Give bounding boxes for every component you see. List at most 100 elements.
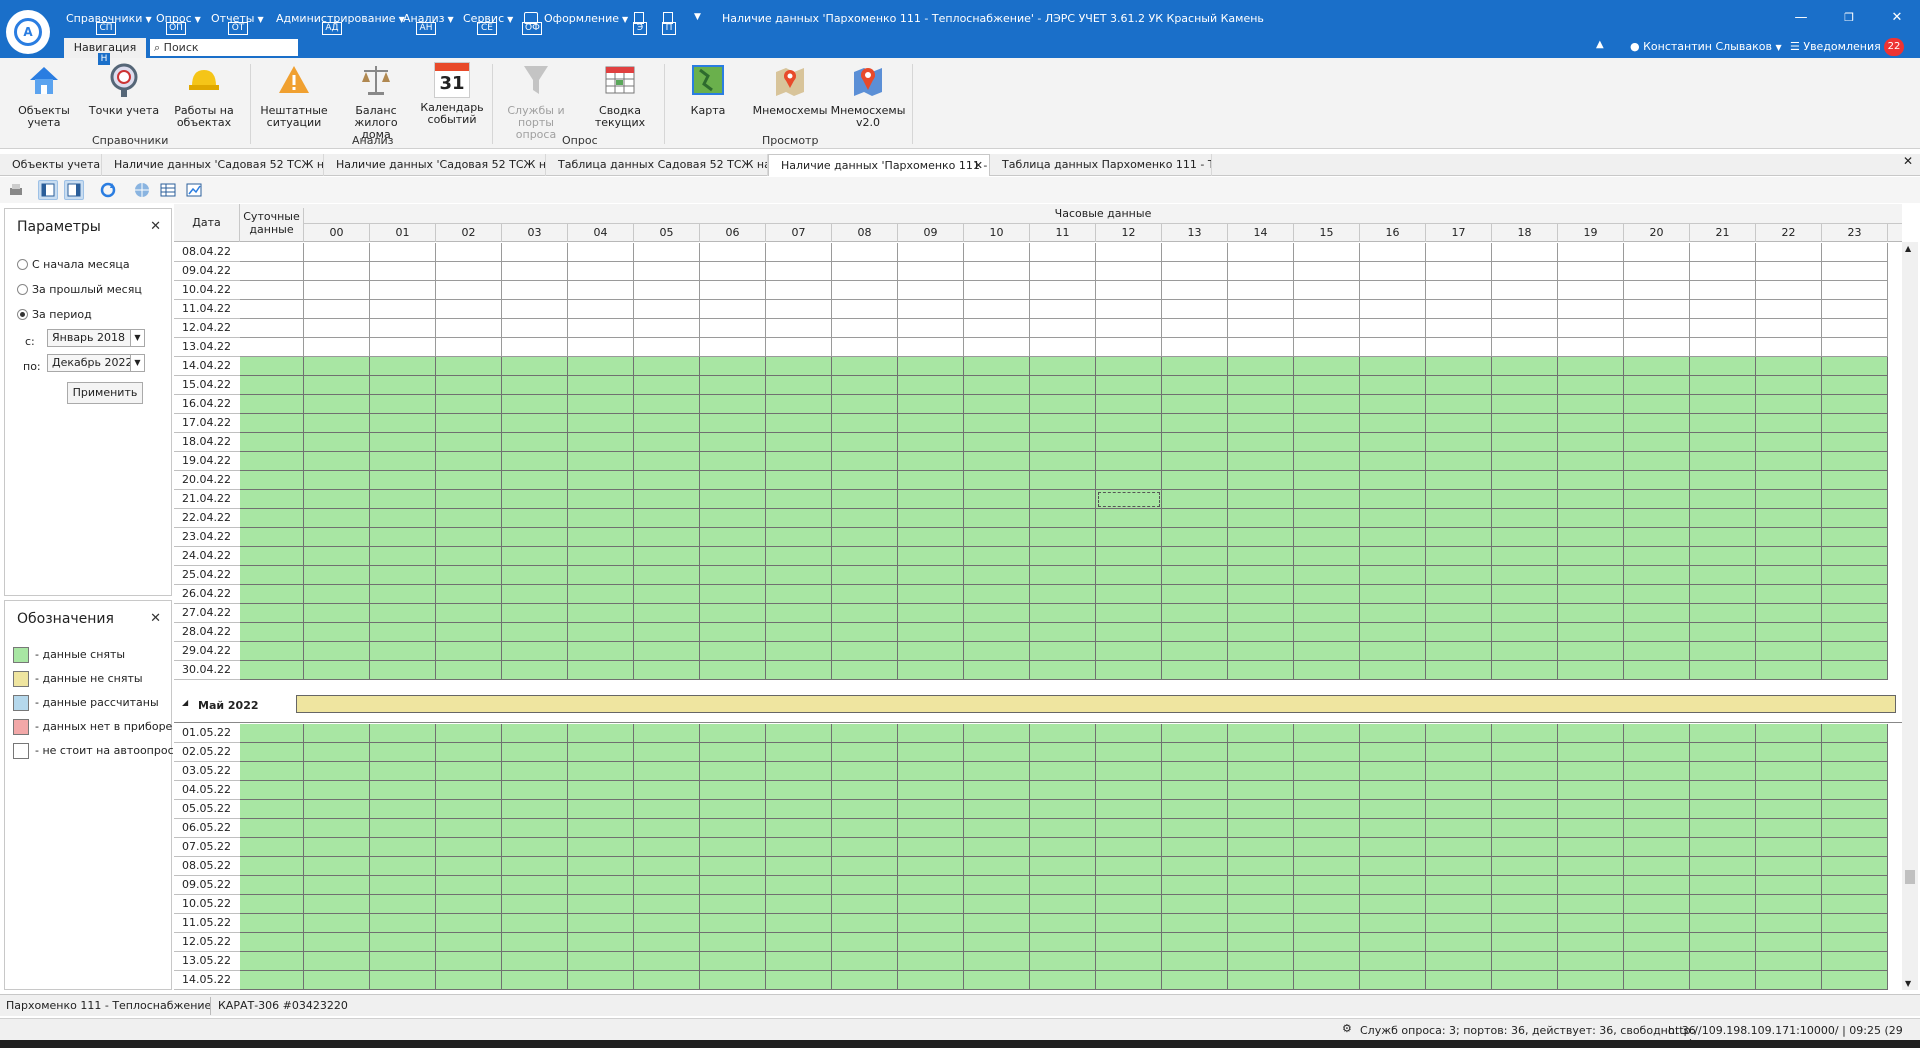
ribbon-button-objects[interactable]: Объекты учета xyxy=(6,62,82,129)
hour-cell[interactable] xyxy=(1228,319,1294,338)
hour-cell[interactable] xyxy=(1228,281,1294,300)
hour-cell[interactable] xyxy=(1624,623,1690,642)
hour-cell[interactable] xyxy=(634,547,700,566)
hour-cell[interactable] xyxy=(1426,319,1492,338)
hour-cell[interactable] xyxy=(1690,338,1756,357)
date-cell[interactable]: 12.05.22 xyxy=(174,933,242,952)
daily-cell[interactable] xyxy=(240,762,304,781)
ribbon-button-mnemo-v2[interactable]: Мнемосхемы v2.0 xyxy=(830,62,906,129)
hour-cell[interactable] xyxy=(1360,300,1426,319)
hour-cell[interactable] xyxy=(766,838,832,857)
hour-cell[interactable] xyxy=(1690,724,1756,743)
hour-cell[interactable] xyxy=(1558,604,1624,623)
hour-cell[interactable] xyxy=(1096,642,1162,661)
hour-cell[interactable] xyxy=(1558,376,1624,395)
hour-cell[interactable] xyxy=(436,490,502,509)
hour-cell[interactable] xyxy=(1558,281,1624,300)
hour-cell[interactable] xyxy=(304,762,370,781)
hour-cell[interactable] xyxy=(1096,509,1162,528)
hour-cell[interactable] xyxy=(1030,781,1096,800)
hour-cell[interactable] xyxy=(700,338,766,357)
hour-cell[interactable] xyxy=(502,952,568,971)
hour-cell[interactable] xyxy=(1360,762,1426,781)
hour-cell[interactable] xyxy=(1030,528,1096,547)
hour-cell[interactable] xyxy=(1822,914,1888,933)
hour-cell[interactable] xyxy=(1360,895,1426,914)
hour-cell[interactable] xyxy=(1294,604,1360,623)
hour-cell[interactable] xyxy=(1690,895,1756,914)
hour-cell[interactable] xyxy=(502,528,568,547)
hour-cell[interactable] xyxy=(1294,661,1360,680)
hour-header[interactable]: 23 xyxy=(1822,224,1888,242)
hour-cell[interactable] xyxy=(1294,357,1360,376)
hour-cell[interactable] xyxy=(1360,357,1426,376)
hour-cell[interactable] xyxy=(1294,876,1360,895)
hour-cell[interactable] xyxy=(1228,566,1294,585)
hour-cell[interactable] xyxy=(832,376,898,395)
hour-header[interactable]: 21 xyxy=(1690,224,1756,242)
hour-cell[interactable] xyxy=(436,566,502,585)
hour-cell[interactable] xyxy=(1426,933,1492,952)
hour-cell[interactable] xyxy=(1558,876,1624,895)
hour-cell[interactable] xyxy=(1822,547,1888,566)
hour-cell[interactable] xyxy=(1426,971,1492,990)
hour-cell[interactable] xyxy=(832,914,898,933)
hour-cell[interactable] xyxy=(1492,414,1558,433)
hour-cell[interactable] xyxy=(436,471,502,490)
hour-cell[interactable] xyxy=(1162,604,1228,623)
hour-cell[interactable] xyxy=(766,452,832,471)
hour-cell[interactable] xyxy=(1096,357,1162,376)
hour-cell[interactable] xyxy=(1558,300,1624,319)
hour-cell[interactable] xyxy=(1822,281,1888,300)
hour-cell[interactable] xyxy=(568,338,634,357)
hour-cell[interactable] xyxy=(1228,414,1294,433)
hour-cell[interactable] xyxy=(832,547,898,566)
hour-cell[interactable] xyxy=(1492,642,1558,661)
hour-cell[interactable] xyxy=(1162,452,1228,471)
hour-cell[interactable] xyxy=(1096,243,1162,262)
hour-cell[interactable] xyxy=(1162,724,1228,743)
hour-cell[interactable] xyxy=(1558,509,1624,528)
hour-cell[interactable] xyxy=(370,433,436,452)
restore-button[interactable]: ❐ xyxy=(1834,8,1864,28)
hour-cell[interactable] xyxy=(502,414,568,433)
hour-cell[interactable] xyxy=(1690,528,1756,547)
hour-cell[interactable] xyxy=(1690,857,1756,876)
hour-cell[interactable] xyxy=(634,528,700,547)
hour-cell[interactable] xyxy=(1030,971,1096,990)
daily-cell[interactable] xyxy=(240,585,304,604)
daily-cell[interactable] xyxy=(240,281,304,300)
hour-cell[interactable] xyxy=(1030,509,1096,528)
hour-cell[interactable] xyxy=(1426,395,1492,414)
hour-cell[interactable] xyxy=(1162,414,1228,433)
daily-cell[interactable] xyxy=(240,604,304,623)
hour-cell[interactable] xyxy=(766,471,832,490)
hour-cell[interactable] xyxy=(964,433,1030,452)
hour-cell[interactable] xyxy=(832,819,898,838)
hour-cell[interactable] xyxy=(1426,414,1492,433)
hour-cell[interactable] xyxy=(370,566,436,585)
hour-cell[interactable] xyxy=(1492,914,1558,933)
hour-cell[interactable] xyxy=(1096,452,1162,471)
hour-cell[interactable] xyxy=(700,471,766,490)
hour-cell[interactable] xyxy=(1690,262,1756,281)
hour-cell[interactable] xyxy=(1822,395,1888,414)
hour-cell[interactable] xyxy=(1162,642,1228,661)
hour-cell[interactable] xyxy=(1426,376,1492,395)
hour-cell[interactable] xyxy=(1756,933,1822,952)
hour-cell[interactable] xyxy=(964,914,1030,933)
hour-cell[interactable] xyxy=(502,338,568,357)
hour-cell[interactable] xyxy=(1228,585,1294,604)
hour-cell[interactable] xyxy=(1756,800,1822,819)
hour-cell[interactable] xyxy=(964,661,1030,680)
hour-cell[interactable] xyxy=(1360,528,1426,547)
hour-cell[interactable] xyxy=(1624,876,1690,895)
hour-cell[interactable] xyxy=(502,433,568,452)
hour-cell[interactable] xyxy=(832,243,898,262)
hour-cell[interactable] xyxy=(304,262,370,281)
hour-cell[interactable] xyxy=(1492,357,1558,376)
hour-cell[interactable] xyxy=(898,604,964,623)
hour-cell[interactable] xyxy=(964,243,1030,262)
hour-cell[interactable] xyxy=(1624,971,1690,990)
hour-cell[interactable] xyxy=(1030,566,1096,585)
